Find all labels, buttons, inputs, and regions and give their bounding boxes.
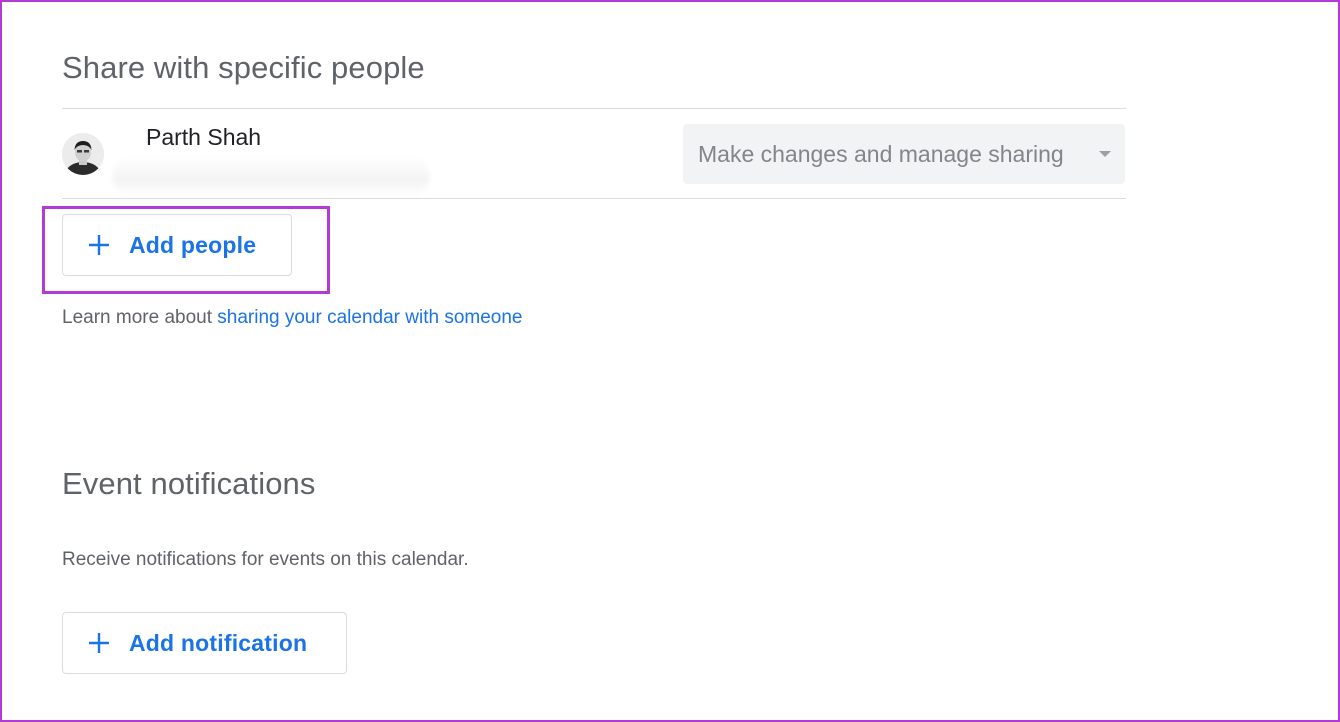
- chevron-down-icon: [1099, 151, 1111, 157]
- notifications-section-title: Event notifications: [62, 466, 316, 501]
- permission-dropdown[interactable]: Make changes and manage sharing: [683, 124, 1125, 184]
- person-name: Parth Shah: [146, 124, 262, 150]
- avatar-photo-icon: [62, 133, 104, 175]
- add-notification-button[interactable]: Add notification: [62, 612, 347, 674]
- permission-selected-value: Make changes and manage sharing: [698, 140, 1064, 167]
- add-notification-label: Add notification: [129, 629, 308, 656]
- highlight-box: [42, 206, 330, 294]
- learn-more-text: Learn more about sharing your calendar w…: [62, 307, 523, 329]
- notifications-description: Receive notifications for events on this…: [62, 549, 469, 570]
- redacted-email: [112, 156, 430, 196]
- share-section-title: Share with specific people: [62, 50, 425, 85]
- divider-top: [62, 108, 1126, 109]
- learn-more-prefix: Learn more about: [62, 307, 218, 328]
- avatar: [62, 133, 104, 175]
- plus-icon: [89, 633, 109, 653]
- sharing-help-link[interactable]: sharing your calendar with someone: [217, 307, 522, 328]
- divider-bottom: [62, 198, 1126, 199]
